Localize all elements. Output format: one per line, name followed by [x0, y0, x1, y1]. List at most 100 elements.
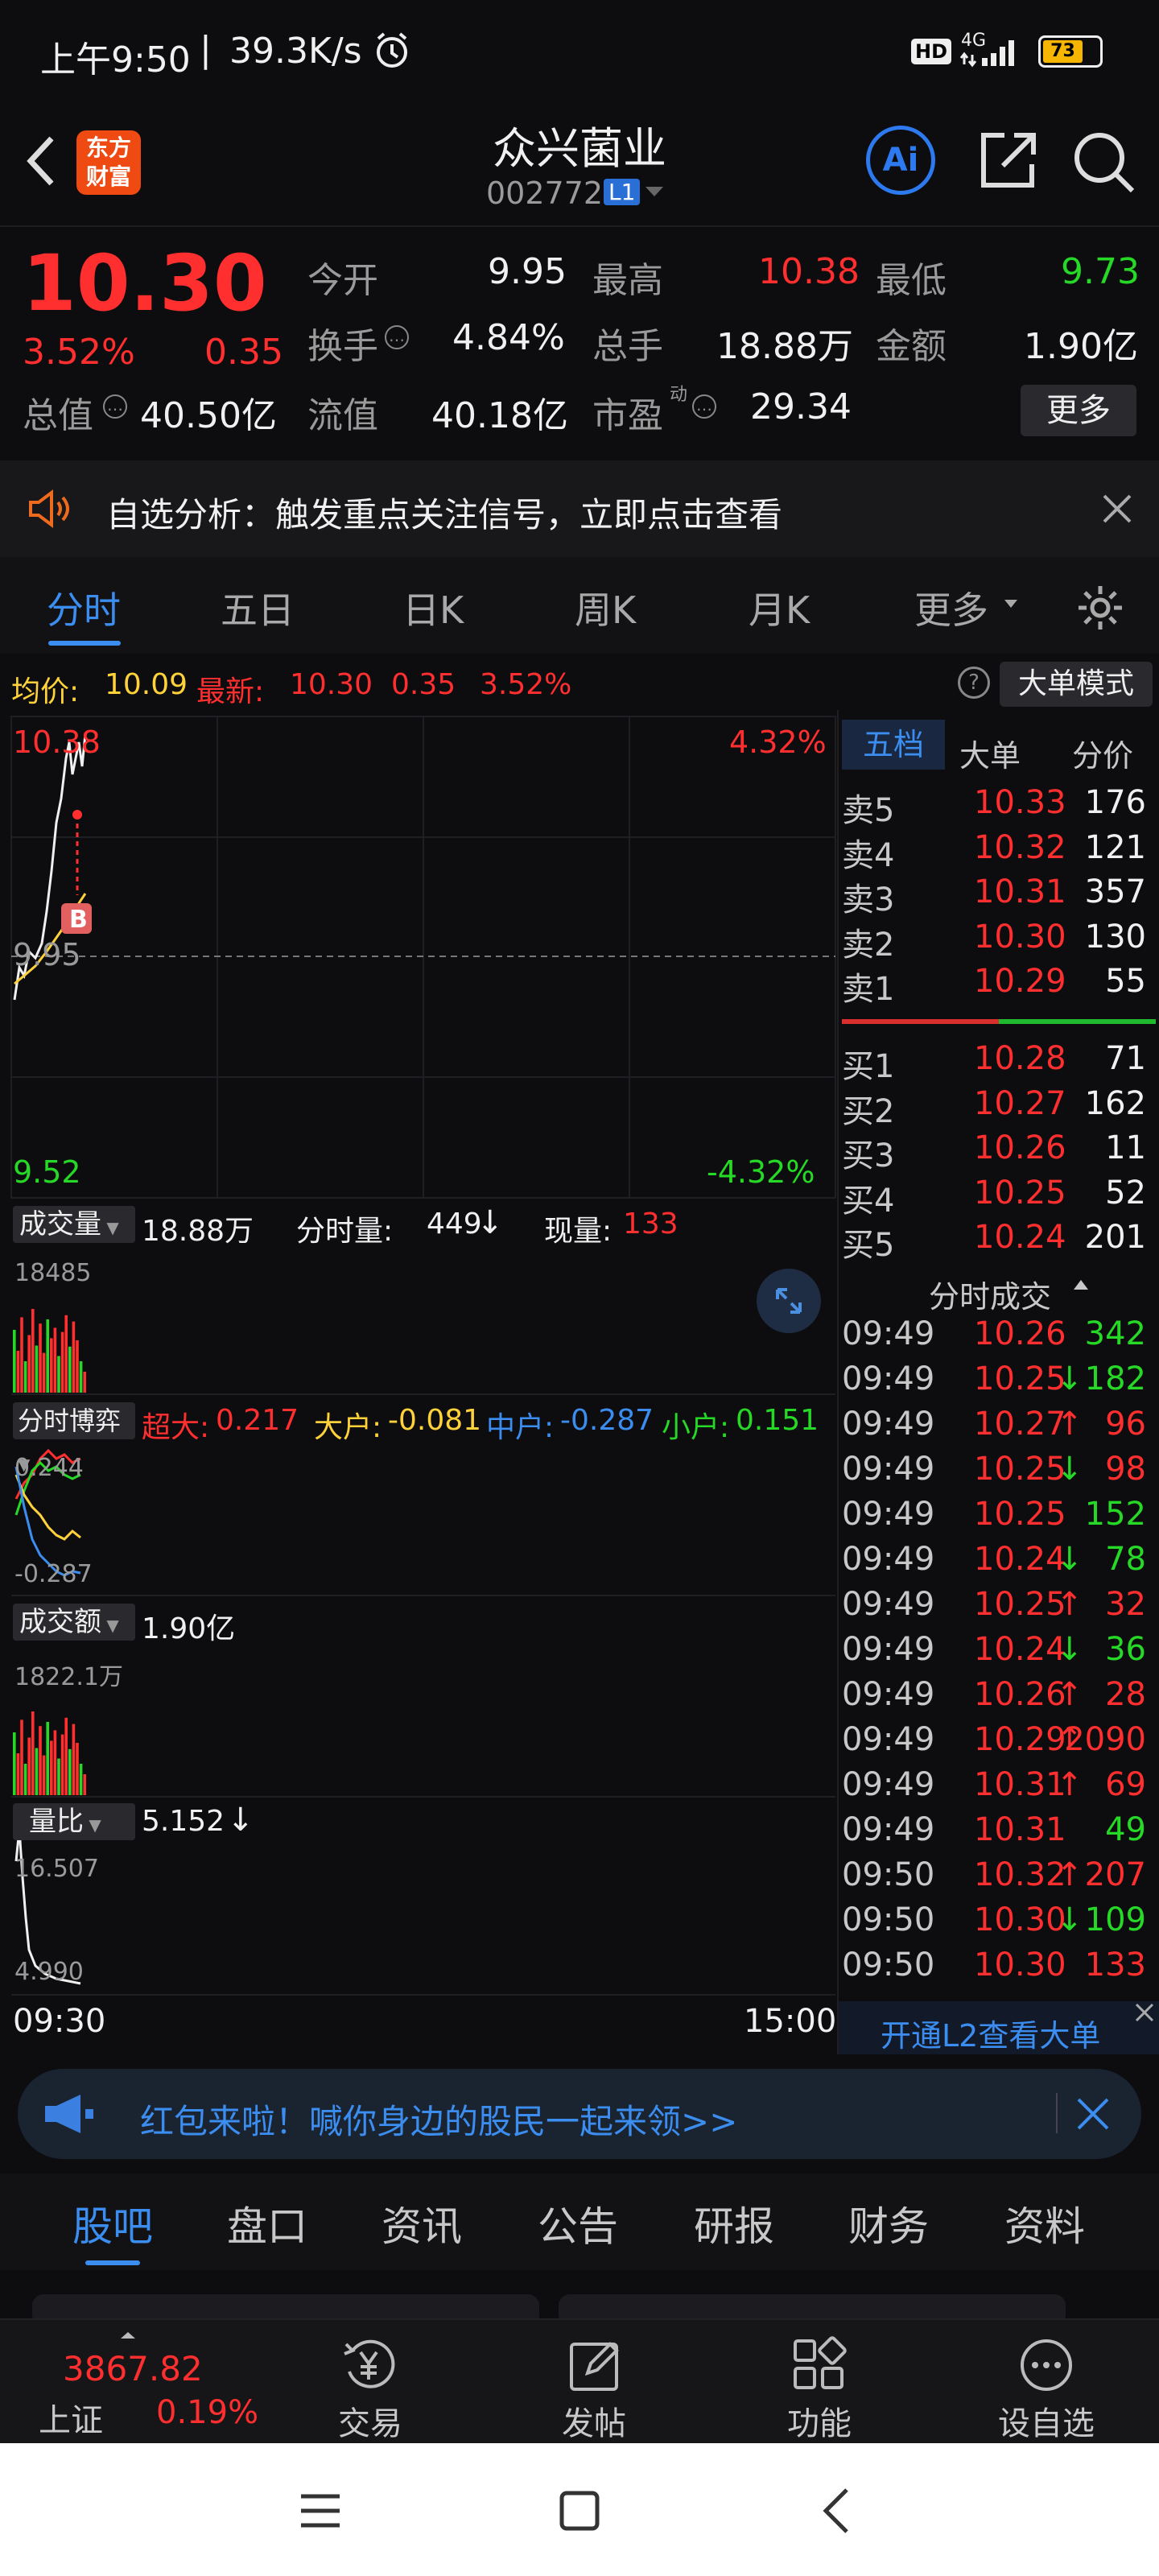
trade-price: 10.29 [974, 1721, 1066, 1758]
pe-info-icon[interactable]: … [692, 394, 716, 419]
big-order-mode-button[interactable]: 大单模式 [1000, 662, 1153, 707]
expand-icon[interactable] [757, 1269, 821, 1333]
subtab-finance[interactable]: 财务 [848, 2194, 929, 2252]
subtab-handicap[interactable]: 盘口 [227, 2194, 307, 2252]
signal-icon [958, 35, 1022, 71]
tab-daily-k[interactable]: 日K [402, 581, 464, 634]
ratio-selector[interactable]: 量比 ▼ [13, 1803, 135, 1840]
game-selector[interactable]: 分时博弈 ▼ [13, 1402, 135, 1474]
amount-bar [60, 1734, 64, 1795]
bid-row[interactable]: 买4 10.25 52 [839, 1174, 1154, 1220]
trade-volume: 78 [1105, 1541, 1146, 1578]
subtab-profile[interactable]: 资料 [1004, 2194, 1085, 2252]
pe-sup: 动 [670, 385, 688, 405]
cur-vol-value: 133 [623, 1208, 678, 1241]
tab-five-day[interactable]: 五日 [221, 581, 295, 634]
content-preview [0, 2270, 1159, 2326]
ask-row[interactable]: 卖3 10.31 357 [839, 873, 1154, 919]
search-icon[interactable] [1067, 126, 1140, 201]
volume-bar [60, 1331, 64, 1393]
bid-row[interactable]: 买3 10.26 11 [839, 1129, 1154, 1174]
amount-bar [83, 1774, 86, 1795]
ask-row[interactable]: 卖1 10.29 55 [839, 963, 1154, 1008]
last-price: 10.30 [23, 238, 267, 328]
promo-close-icon[interactable] [1074, 2095, 1112, 2136]
avg-label: 均价: [11, 675, 80, 708]
trade-row: 09:49 10.27 ↑ 96 [839, 1406, 1154, 1451]
turnover-info-icon[interactable]: … [385, 325, 409, 349]
bid-row[interactable]: 买1 10.28 71 [839, 1040, 1154, 1085]
l2-close-icon[interactable] [1132, 2000, 1157, 2029]
trade-time: 09:49 [842, 1586, 935, 1623]
ask-level-label: 卖4 [842, 836, 895, 874]
back-nav-icon[interactable] [815, 2485, 860, 2540]
amount-bar [68, 1748, 72, 1795]
trades-header[interactable]: 分时成交 [839, 1265, 1159, 1315]
ask-row[interactable]: 卖2 10.30 130 [839, 919, 1154, 964]
dock-function[interactable]: 功能 [757, 2320, 885, 2445]
orderbook-panel: 五档 大单 分价 卖5 10.33 176 卖4 10.32 121 卖3 10.3… [837, 710, 1159, 2054]
subtab-notice[interactable]: 公告 [538, 2194, 618, 2252]
l2-banner[interactable]: 开通L2查看大单 [839, 2001, 1159, 2054]
analysis-banner[interactable]: 自选分析：触发重点关注信号，立即点击查看 [0, 460, 1159, 557]
dock-watchlist[interactable]: 设自选 [982, 2320, 1127, 2445]
mcap-info-icon[interactable]: … [103, 394, 127, 419]
sub-tabs: 股吧 盘口 资讯 公告 研报 财务 资料 [0, 2174, 1159, 2270]
close-icon[interactable] [1099, 491, 1135, 530]
ask-row[interactable]: 卖5 10.33 176 [839, 784, 1154, 829]
trade-volume: 133 [1084, 1946, 1146, 1984]
amount-bar [39, 1726, 42, 1795]
tab-monthly-k[interactable]: 月K [749, 581, 810, 634]
share-icon[interactable] [972, 126, 1041, 198]
home-icon[interactable] [557, 2488, 602, 2537]
trade-row: 09:50 10.30 ↓ 109 [839, 1901, 1154, 1946]
bid-row[interactable]: 买5 10.24 201 [839, 1219, 1154, 1264]
trade-volume: 342 [1084, 1315, 1146, 1352]
chart-tabs: 分时 五日 日K 周K 月K 更多 [0, 557, 1159, 654]
trade-time: 09:49 [842, 1315, 935, 1352]
tab-price-split[interactable]: 分价 [1072, 731, 1133, 775]
ai-icon[interactable]: Ai [866, 126, 935, 195]
volume-bar [50, 1338, 53, 1393]
index-widget[interactable]: 3867.82 上证 0.19% [0, 2320, 266, 2445]
bid-row[interactable]: 买2 10.27 162 [839, 1085, 1154, 1130]
intraday-chart-area[interactable]: B 10.38 4.32% 9.95 9.52 -4.32% 成交量 ▼ 18.… [0, 710, 837, 2054]
level-badge: L1 [604, 179, 641, 205]
tab-five-level[interactable]: 五档 [842, 720, 945, 770]
tab-big-order[interactable]: 大单 [959, 731, 1021, 775]
ask-row[interactable]: 卖4 10.32 121 [839, 829, 1154, 874]
subtab-news[interactable]: 资讯 [382, 2194, 462, 2252]
bid-volume: 52 [1105, 1174, 1146, 1212]
index-value: 3867.82 [63, 2349, 203, 2388]
volume-selector[interactable]: 成交量 ▼ [13, 1206, 135, 1243]
trade-direction-icon: ↓ [1056, 1901, 1083, 1938]
subtab-forum[interactable]: 股吧 [72, 2194, 153, 2252]
stock-code-row[interactable]: 002772 L1 [483, 172, 676, 213]
settings-icon[interactable] [1074, 581, 1127, 638]
amount-total: 1.90亿 [142, 1612, 236, 1645]
tab-intraday[interactable]: 分时 [47, 581, 121, 634]
dock-function-label: 功能 [787, 2405, 852, 2442]
help-icon[interactable]: ? [958, 667, 990, 699]
game-mid-line [14, 1466, 81, 1577]
tab-more[interactable]: 更多 [914, 581, 988, 634]
dock-trade[interactable]: 交易 [306, 2320, 435, 2445]
trade-price: 10.27 [974, 1406, 1066, 1443]
subtab-research[interactable]: 研报 [694, 2194, 774, 2252]
trade-time: 09:49 [842, 1811, 935, 1848]
trade-row: 09:49 10.25 ↓ 182 [839, 1360, 1154, 1406]
dock-post[interactable]: 发帖 [531, 2320, 660, 2445]
promo-separator [1056, 2093, 1058, 2133]
trade-price: 10.25 [974, 1496, 1066, 1533]
amount-bar [72, 1724, 76, 1795]
menu-icon[interactable] [298, 2488, 343, 2537]
amount-selector[interactable]: 成交额 ▼ [13, 1604, 135, 1641]
b-marker-text: B [69, 906, 88, 934]
top-price-label: 10.38 [13, 724, 101, 760]
ask-price: 10.31 [974, 873, 1066, 910]
more-button[interactable]: 更多 [1021, 385, 1136, 436]
tab-weekly-k[interactable]: 周K [575, 581, 636, 634]
ask-volume: 357 [1084, 873, 1146, 910]
fcap-label: 流值 [307, 395, 378, 436]
promo-bar[interactable]: 红包来啦！喊你身边的股民一起来领>> [18, 2069, 1141, 2159]
